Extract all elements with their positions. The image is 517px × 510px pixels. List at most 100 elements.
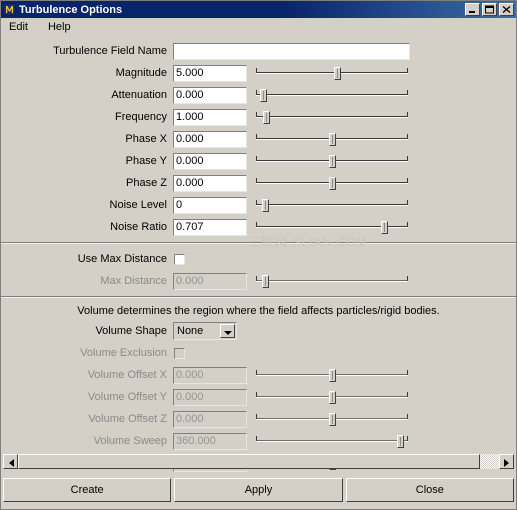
label-noise-ratio: Noise Ratio <box>110 221 167 233</box>
max-distance-input: 0.000 <box>173 272 247 290</box>
volume-exclusion-checkbox <box>174 347 185 359</box>
magnitude-slider-thumb[interactable] <box>334 67 342 80</box>
phase-x-slider[interactable] <box>256 130 408 148</box>
label-phase-x: Phase X <box>125 133 167 145</box>
field-row-magnitude: Magnitude 5.000 <box>1 63 516 83</box>
field-row-volume-offset-x: Volume Offset X 0.000 <box>1 365 516 385</box>
volume-offset-y-slider-thumb <box>328 391 336 404</box>
maximize-button[interactable] <box>482 3 497 16</box>
volume-offset-z-input: 0.000 <box>173 410 247 428</box>
label-max-distance: Max Distance <box>100 275 167 287</box>
field-row-turbulence-field-name: Turbulence Field Name <box>1 41 516 61</box>
label-volume-exclusion: Volume Exclusion <box>80 347 167 359</box>
volume-note: Volume determines the region where the f… <box>77 305 440 317</box>
field-row-attenuation: Attenuation 0.000 <box>1 85 516 105</box>
label-volume-offset-y: Volume Offset Y <box>87 391 167 403</box>
action-button-bar: Create Apply Close <box>3 475 514 505</box>
field-row-volume-offset-y: Volume Offset Y 0.000 <box>1 387 516 407</box>
noise-level-slider[interactable] <box>256 196 408 214</box>
volume-offset-z-slider <box>256 410 408 428</box>
phase-z-input[interactable]: 0.000 <box>173 174 247 192</box>
field-row-use-max-distance: Use Max Distance <box>1 249 516 269</box>
label-volume-shape: Volume Shape <box>95 325 167 337</box>
phase-z-slider-thumb[interactable] <box>328 177 336 190</box>
volume-offset-z-slider-thumb <box>328 413 336 426</box>
field-row-volume-shape: Volume Shape None <box>1 321 516 341</box>
field-row-volume-sweep: Volume Sweep 360.000 <box>1 431 516 451</box>
label-attenuation: Attenuation <box>111 89 167 101</box>
noise-level-input[interactable]: 0 <box>173 196 247 214</box>
magnitude-slider[interactable] <box>256 64 408 82</box>
field-row-frequency: Frequency 1.000 <box>1 107 516 127</box>
label-phase-y: Phase Y <box>125 155 167 167</box>
menu-edit[interactable]: Edit <box>7 20 37 34</box>
volume-offset-y-slider <box>256 388 408 406</box>
volume-offset-x-input: 0.000 <box>173 366 247 384</box>
frequency-slider-thumb[interactable] <box>263 111 271 124</box>
field-row-noise-ratio: Noise Ratio 0.707 <box>1 217 516 237</box>
attenuation-slider[interactable] <box>256 86 408 104</box>
phase-x-input[interactable]: 0.000 <box>173 130 247 148</box>
label-phase-z: Phase Z <box>126 177 167 189</box>
magnitude-input[interactable]: 5.000 <box>173 64 247 82</box>
field-row-volume-exclusion: Volume Exclusion <box>1 343 516 363</box>
use-max-distance-checkbox[interactable] <box>174 253 185 265</box>
label-volume-offset-x: Volume Offset X <box>87 369 167 381</box>
turbulence-field-name-input[interactable] <box>173 42 410 60</box>
volume-sweep-slider <box>256 432 408 450</box>
divider-2 <box>1 296 516 298</box>
phase-y-slider[interactable] <box>256 152 408 170</box>
menu-bar: Edit Help <box>1 18 516 36</box>
window-controls <box>465 3 514 16</box>
window-title: Turbulence Options <box>19 3 123 16</box>
volume-shape-dropdown[interactable]: None <box>173 322 237 340</box>
divider-1 <box>1 242 516 244</box>
scroll-left-arrow-icon[interactable] <box>3 454 18 469</box>
noise-ratio-slider[interactable] <box>256 218 408 236</box>
max-distance-slider <box>256 272 408 290</box>
volume-sweep-slider-thumb <box>396 435 404 448</box>
close-button[interactable] <box>499 3 514 16</box>
label-turbulence-field-name: Turbulence Field Name <box>53 45 167 57</box>
phase-z-slider[interactable] <box>256 174 408 192</box>
field-row-noise-level: Noise Level 0 <box>1 195 516 215</box>
close-action-button[interactable]: Close <box>345 478 514 502</box>
apply-button[interactable]: Apply <box>174 478 343 502</box>
field-row-phase-x: Phase X 0.000 <box>1 129 516 149</box>
create-button[interactable]: Create <box>3 478 172 502</box>
minimize-button[interactable] <box>465 3 480 16</box>
volume-offset-x-slider <box>256 366 408 384</box>
label-use-max-distance: Use Max Distance <box>77 253 167 265</box>
menu-help[interactable]: Help <box>46 20 80 34</box>
volume-sweep-input: 360.000 <box>173 432 247 450</box>
scroll-right-arrow-icon[interactable] <box>499 454 514 469</box>
maya-m-icon <box>3 3 16 16</box>
field-row-phase-z: Phase Z 0.000 <box>1 173 516 193</box>
horizontal-scrollbar[interactable] <box>3 454 514 469</box>
volume-offset-x-slider-thumb <box>328 369 336 382</box>
label-magnitude: Magnitude <box>115 67 167 79</box>
field-row-phase-y: Phase Y 0.000 <box>1 151 516 171</box>
numeric-rows-group: Magnitude 5.000 Attenuation 0.000 Frequency 1… <box>1 63 516 237</box>
scrollbar-thumb[interactable] <box>18 454 480 469</box>
phase-y-slider-thumb[interactable] <box>328 155 336 168</box>
label-frequency: Frequency <box>115 111 167 123</box>
noise-ratio-input[interactable]: 0.707 <box>173 218 247 236</box>
label-volume-offset-z: Volume Offset Z <box>88 413 167 425</box>
volume-shape-value: None <box>174 323 220 339</box>
title-bar: Turbulence Options <box>1 1 516 18</box>
chevron-down-icon[interactable] <box>220 324 235 338</box>
attenuation-slider-thumb[interactable] <box>260 89 268 102</box>
field-row-max-distance: Max Distance 0.000 <box>1 271 516 291</box>
noise-ratio-slider-thumb[interactable] <box>380 221 388 234</box>
attenuation-input[interactable]: 0.000 <box>173 86 247 104</box>
noise-level-slider-thumb[interactable] <box>261 199 269 212</box>
field-row-volume-offset-z: Volume Offset Z 0.000 <box>1 409 516 429</box>
frequency-input[interactable]: 1.000 <box>173 108 247 126</box>
phase-x-slider-thumb[interactable] <box>328 133 336 146</box>
max-distance-slider-thumb <box>261 275 269 288</box>
frequency-slider[interactable] <box>256 108 408 126</box>
scrollbar-trough[interactable] <box>18 454 499 469</box>
label-noise-level: Noise Level <box>109 199 167 211</box>
phase-y-input[interactable]: 0.000 <box>173 152 247 170</box>
